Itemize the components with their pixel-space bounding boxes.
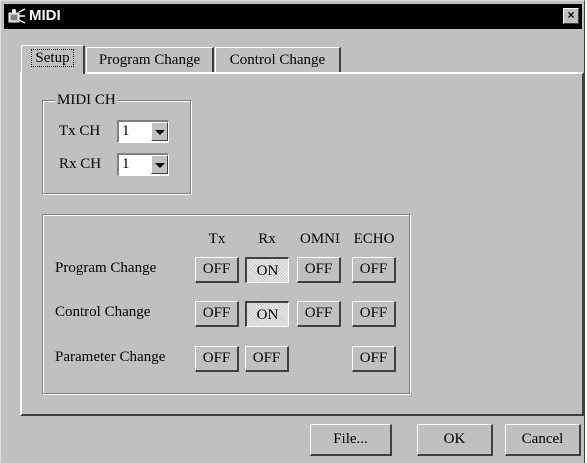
title-bar[interactable]: MIDI ×	[4, 4, 582, 29]
cancel-button[interactable]: Cancel	[505, 424, 581, 456]
row-label-parameter-change: Parameter Change	[55, 349, 166, 365]
rx-ch-value: 1	[122, 156, 130, 172]
file-button[interactable]: File...	[310, 424, 392, 456]
tab-program-change[interactable]: Program Change	[86, 47, 214, 73]
close-button[interactable]: ×	[563, 8, 579, 24]
program-change-rx-toggle[interactable]: ON	[245, 257, 289, 283]
rx-ch-label: Rx CH	[59, 156, 102, 172]
row-label-control-change: Control Change	[55, 304, 151, 320]
midi-app-icon	[8, 8, 26, 24]
parameter-change-echo-toggle[interactable]: OFF	[352, 346, 396, 372]
control-change-omni-toggle[interactable]: OFF	[297, 301, 341, 327]
col-header-omni: OMNI	[300, 231, 340, 247]
program-change-omni-toggle[interactable]: OFF	[297, 257, 341, 283]
control-change-rx-toggle[interactable]: ON	[245, 301, 289, 327]
tx-ch-select[interactable]: 1	[117, 120, 169, 143]
program-change-echo-toggle[interactable]: OFF	[352, 257, 396, 283]
tx-ch-value: 1	[122, 123, 130, 139]
control-change-echo-toggle[interactable]: OFF	[352, 301, 396, 327]
tab-setup[interactable]: Setup	[21, 45, 85, 74]
midi-dialog: MIDI × Setup Program Change Control Chan…	[0, 0, 585, 463]
window-title: MIDI	[29, 7, 61, 24]
midi-ch-group	[42, 100, 191, 194]
control-change-tx-toggle[interactable]: OFF	[195, 301, 239, 327]
col-header-rx: Rx	[258, 231, 276, 247]
rx-ch-select[interactable]: 1	[117, 153, 169, 176]
col-header-echo: ECHO	[353, 231, 395, 247]
parameter-change-tx-toggle[interactable]: OFF	[195, 346, 239, 372]
ok-button[interactable]: OK	[417, 424, 493, 456]
midi-ch-legend: MIDI CH	[55, 92, 118, 109]
chevron-down-icon[interactable]	[151, 155, 168, 174]
program-change-tx-toggle[interactable]: OFF	[195, 257, 239, 283]
chevron-down-icon[interactable]	[151, 122, 168, 141]
tab-control-change[interactable]: Control Change	[215, 47, 341, 73]
tx-ch-label: Tx CH	[59, 123, 101, 139]
parameter-change-rx-toggle[interactable]: OFF	[245, 346, 289, 372]
col-header-tx: Tx	[208, 231, 226, 247]
row-label-program-change: Program Change	[55, 260, 157, 276]
